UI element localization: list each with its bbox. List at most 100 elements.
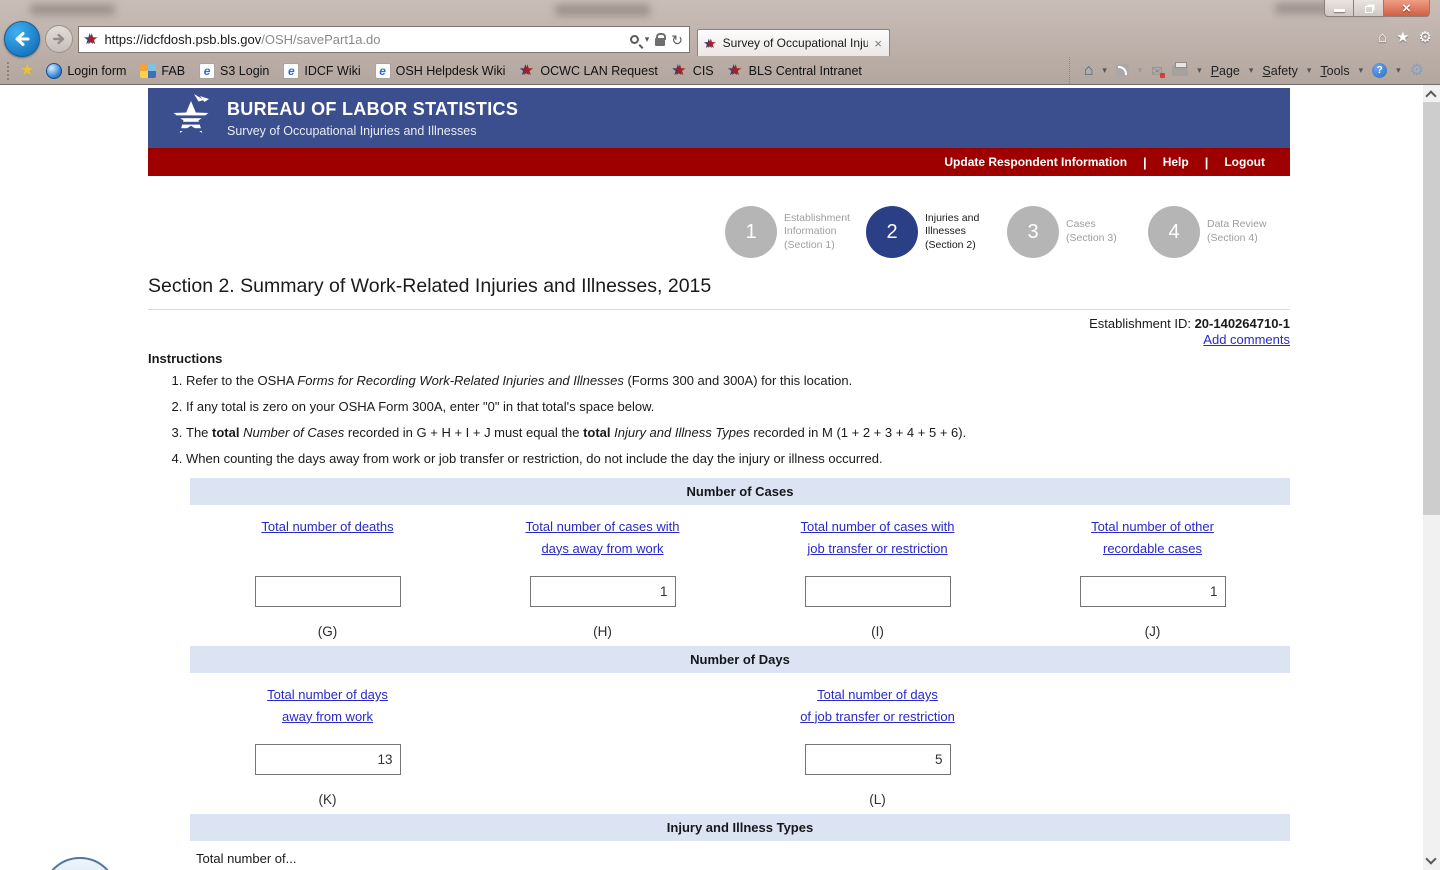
ie-doc-icon: e bbox=[199, 62, 216, 79]
search-caret-icon[interactable]: ▾ bbox=[645, 35, 650, 44]
code-h: (H) bbox=[593, 624, 612, 639]
nav-separator: | bbox=[1143, 154, 1147, 170]
help-icon[interactable]: ? bbox=[1372, 63, 1388, 78]
days-job-transfer-link[interactable]: Total number of days bbox=[740, 684, 1015, 706]
address-bar[interactable]: ★ https://idcfdosh.psb.bls.gov/OSH/saveP… bbox=[78, 26, 690, 53]
job-transfer-cases-link[interactable]: Total number of cases with bbox=[740, 516, 1015, 538]
page-menu[interactable]: Page bbox=[1211, 64, 1240, 78]
step-1-label: Establishment Information (Section 1) bbox=[784, 211, 850, 251]
input-k-days-away[interactable] bbox=[254, 744, 401, 775]
home-icon[interactable]: ⌂ bbox=[1378, 30, 1387, 45]
restore-button[interactable] bbox=[1354, 0, 1384, 17]
days-away-link-line2[interactable]: away from work bbox=[190, 706, 465, 728]
redacted-smudge bbox=[30, 4, 115, 15]
help-link[interactable]: Help bbox=[1163, 155, 1189, 169]
gear-icon[interactable]: ⚙ bbox=[1410, 62, 1424, 79]
days-away-link[interactable]: Total number of days bbox=[190, 684, 465, 706]
vertical-scrollbar[interactable] bbox=[1423, 85, 1440, 870]
step-establishment-information[interactable]: 1 Establishment Information (Section 1) bbox=[725, 206, 866, 258]
browser-tab[interactable]: ★ Survey of Occupational Inju... × bbox=[697, 29, 890, 56]
rss-caret-icon[interactable]: ▾ bbox=[1138, 66, 1143, 75]
cases-col-h: Total number of cases with days away fro… bbox=[465, 516, 740, 559]
refresh-icon[interactable]: ↻ bbox=[671, 33, 683, 47]
bls-header-text: BUREAU OF LABOR STATISTICS Survey of Occ… bbox=[227, 99, 518, 138]
bls-subtitle: Survey of Occupational Injuries and Illn… bbox=[227, 123, 477, 138]
step-data-review[interactable]: 4 Data Review (Section 4) bbox=[1148, 206, 1289, 258]
favorites-bar-item[interactable]: ★ CIS bbox=[665, 59, 721, 83]
step-4-label: Data Review (Section 4) bbox=[1207, 218, 1267, 244]
favorites-bar-item[interactable]: e S3 Login bbox=[192, 59, 276, 83]
other-recordable-cases-link[interactable]: Total number of other bbox=[1015, 516, 1290, 538]
print-caret-icon[interactable]: ▾ bbox=[1197, 66, 1202, 75]
page-content: BUREAU OF LABOR STATISTICS Survey of Occ… bbox=[0, 85, 1440, 870]
favorites-bar-item[interactable]: FAB bbox=[133, 59, 192, 83]
establishment-id-label: Establishment ID: bbox=[1089, 316, 1195, 331]
site-favicon: ★ bbox=[85, 31, 99, 48]
favorites-item-label: CIS bbox=[692, 63, 714, 78]
scroll-up-icon[interactable] bbox=[1425, 90, 1437, 102]
code-i: (I) bbox=[871, 624, 884, 639]
favorites-item-label: Login form bbox=[67, 63, 127, 78]
days-job-transfer-link-line2[interactable]: of job transfer or restriction bbox=[740, 706, 1015, 728]
search-icon[interactable] bbox=[629, 35, 639, 44]
page-caret-icon[interactable]: ▾ bbox=[1249, 66, 1254, 75]
total-deaths-link[interactable]: Total number of deaths bbox=[190, 516, 465, 538]
favorites-bar-item[interactable]: ★ BLS Central Intranet bbox=[721, 59, 869, 83]
types-intro-text: Total number of... bbox=[196, 851, 297, 866]
scrollbar-thumb[interactable] bbox=[1423, 102, 1440, 515]
favorites-drag-handle[interactable] bbox=[7, 61, 11, 80]
settings-gear-icon[interactable]: ⚙ bbox=[1419, 30, 1432, 45]
cases-col-g: Total number of deaths bbox=[190, 516, 465, 559]
days-col-l: Total number of days of job transfer or … bbox=[740, 684, 1015, 727]
add-favorite-icon[interactable]: ★ bbox=[15, 62, 39, 79]
nav-separator: | bbox=[1204, 154, 1209, 170]
favorites-bar-item[interactable]: Login form bbox=[39, 59, 133, 83]
close-button[interactable]: × bbox=[1384, 0, 1430, 17]
back-button[interactable] bbox=[4, 21, 40, 57]
print-icon[interactable] bbox=[1172, 62, 1189, 76]
step-2-label: Injuries and Illnesses (Section 2) bbox=[925, 211, 980, 251]
add-comments-link[interactable]: Add comments bbox=[1203, 332, 1290, 347]
code-j: (J) bbox=[1144, 624, 1161, 639]
update-respondent-link[interactable]: Update Respondent Information bbox=[944, 155, 1127, 169]
read-mail-icon[interactable]: ✉ bbox=[1151, 64, 1165, 78]
other-recordable-cases-link-line2[interactable]: recordable cases bbox=[1015, 538, 1290, 560]
tools-menu[interactable]: Tools bbox=[1320, 64, 1349, 78]
logout-link[interactable]: Logout bbox=[1224, 155, 1265, 169]
days-away-cases-link[interactable]: Total number of cases with bbox=[465, 516, 740, 538]
scroll-down-icon[interactable] bbox=[1425, 853, 1437, 865]
input-i-job-transfer-cases[interactable] bbox=[804, 576, 951, 607]
favorites-bar-item[interactable]: e IDCF Wiki bbox=[276, 59, 367, 83]
instruction-item: Refer to the OSHA Forms for Recording Wo… bbox=[186, 373, 1202, 390]
favorites-bar-item[interactable]: ★ OCWC LAN Request bbox=[512, 59, 664, 83]
forward-button[interactable] bbox=[45, 25, 73, 53]
security-lock-icon[interactable] bbox=[655, 32, 667, 46]
input-h-days-away-cases[interactable] bbox=[529, 576, 676, 607]
input-j-other-recordable[interactable] bbox=[1079, 576, 1226, 607]
step-injuries-illnesses[interactable]: 2 Injuries and Illnesses (Section 2) bbox=[866, 206, 1007, 258]
home-caret-icon[interactable]: ▾ bbox=[1102, 66, 1107, 75]
home-page-icon[interactable]: ⌂ bbox=[1084, 62, 1094, 79]
minimize-button[interactable] bbox=[1324, 0, 1354, 17]
bls-title: BUREAU OF LABOR STATISTICS bbox=[227, 98, 519, 119]
input-l-days-job-transfer[interactable] bbox=[804, 744, 951, 775]
days-col-spacer bbox=[1015, 684, 1290, 727]
step-cases[interactable]: 3 Cases (Section 3) bbox=[1007, 206, 1148, 258]
instructions-list: Refer to the OSHA Forms for Recording Wo… bbox=[152, 373, 1202, 477]
tools-caret-icon[interactable]: ▾ bbox=[1359, 66, 1364, 75]
input-g-total-deaths[interactable] bbox=[254, 576, 401, 607]
safety-caret-icon[interactable]: ▾ bbox=[1307, 66, 1312, 75]
favorites-star-icon[interactable]: ★ bbox=[1396, 30, 1409, 45]
tab-close-icon[interactable]: × bbox=[874, 36, 882, 51]
favorites-item-label: OSH Helpdesk Wiki bbox=[395, 63, 506, 78]
url-text[interactable]: https://idcfdosh.psb.bls.gov/OSH/savePar… bbox=[104, 32, 623, 47]
favorites-bar-item[interactable]: e OSH Helpdesk Wiki bbox=[368, 59, 513, 83]
restore-icon bbox=[1364, 5, 1373, 13]
establishment-id-value: 20-140264710-1 bbox=[1194, 316, 1290, 331]
job-transfer-cases-link-line2[interactable]: job transfer or restriction bbox=[740, 538, 1015, 560]
safety-menu[interactable]: Safety bbox=[1262, 64, 1297, 78]
days-away-cases-link-line2[interactable]: days away from work bbox=[465, 538, 740, 560]
notification-bubble[interactable] bbox=[42, 857, 118, 870]
rss-feed-icon[interactable] bbox=[1115, 64, 1129, 77]
help-caret-icon[interactable]: ▾ bbox=[1396, 66, 1401, 75]
